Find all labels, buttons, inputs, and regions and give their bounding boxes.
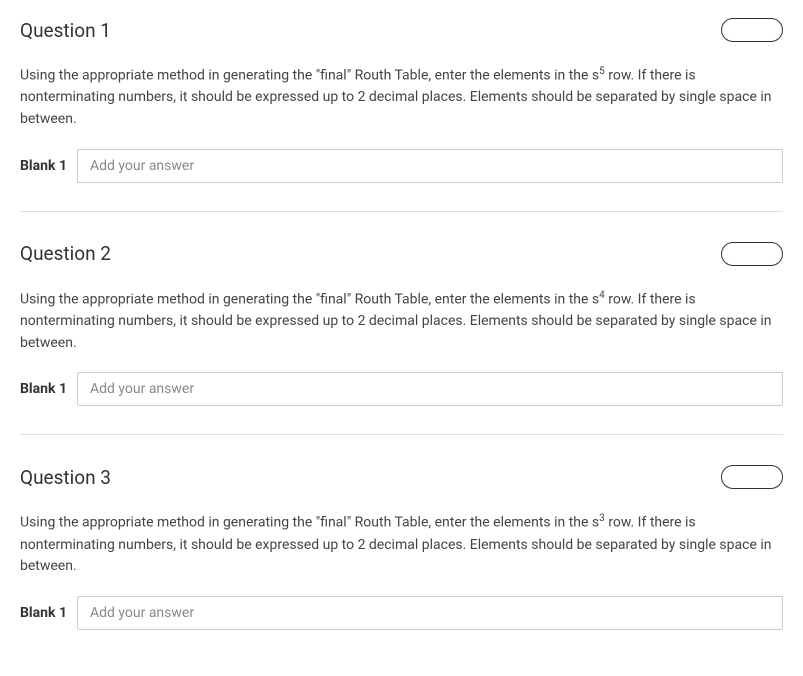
question-title: Question 2 [20,242,111,265]
answer-row: Blank 1 [20,596,783,630]
points-badge [721,18,783,42]
question-header: Question 3 [20,465,783,489]
question-header: Question 2 [20,242,783,266]
blank-label: Blank 1 [20,372,77,406]
points-badge [721,242,783,266]
divider [20,211,783,212]
answer-row: Blank 1 [20,372,783,406]
question-text-pre: Using the appropriate method in generati… [20,68,599,84]
question-text-pre: Using the appropriate method in generati… [20,515,599,531]
answer-input[interactable] [77,596,783,630]
question-text: Using the appropriate method in generati… [20,288,783,355]
answer-input[interactable] [77,149,783,183]
answer-input[interactable] [77,372,783,406]
blank-label: Blank 1 [20,149,77,183]
question-title: Question 1 [20,19,111,42]
question-block-1: Question 1 Using the appropriate method … [20,18,783,211]
answer-row: Blank 1 [20,149,783,183]
question-block-3: Question 3 Using the appropriate method … [20,465,783,658]
question-title: Question 3 [20,466,111,489]
blank-label: Blank 1 [20,596,77,630]
question-text: Using the appropriate method in generati… [20,64,783,131]
question-text-pre: Using the appropriate method in generati… [20,291,599,307]
question-header: Question 1 [20,18,783,42]
points-badge [721,465,783,489]
question-text: Using the appropriate method in generati… [20,511,783,578]
divider [20,434,783,435]
question-block-2: Question 2 Using the appropriate method … [20,242,783,435]
